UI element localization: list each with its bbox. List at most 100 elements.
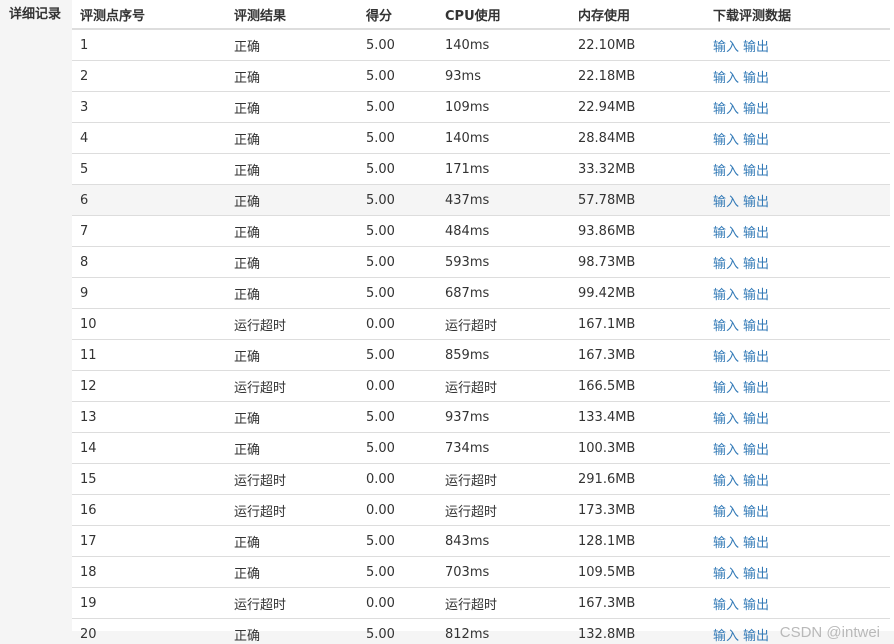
- cell-download: 输入 输出: [705, 91, 890, 123]
- table-row: 7 正确 5.00 484ms 93.86MB 输入 输出: [72, 215, 890, 247]
- cell-memory: 57.78MB: [570, 184, 705, 216]
- cell-memory: 132.8MB: [570, 618, 705, 644]
- download-output-link[interactable]: 输出: [743, 567, 769, 582]
- results-table: 评测点序号 评测结果 得分 CPU使用 内存使用 下载评测数据 1 正确 5.00 1…: [72, 0, 890, 644]
- download-output-link[interactable]: 输出: [743, 226, 769, 241]
- table-row: 8 正确 5.00 593ms 98.73MB 输入 输出: [72, 246, 890, 278]
- cell-memory: 100.3MB: [570, 432, 705, 464]
- table-row: 9 正确 5.00 687ms 99.42MB 输入 输出: [72, 277, 890, 309]
- cell-result: 正确: [226, 277, 358, 309]
- cell-test-no: 1: [72, 28, 226, 61]
- cell-result: 运行超时: [226, 370, 358, 402]
- cell-download: 输入 输出: [705, 432, 890, 464]
- cell-score: 5.00: [358, 432, 437, 464]
- download-input-link[interactable]: 输入: [713, 195, 739, 210]
- table-row: 11 正确 5.00 859ms 167.3MB 输入 输出: [72, 339, 890, 371]
- download-input-link[interactable]: 输入: [713, 536, 739, 551]
- cell-download: 输入 输出: [705, 277, 890, 309]
- download-input-link[interactable]: 输入: [713, 381, 739, 396]
- download-output-link[interactable]: 输出: [743, 257, 769, 272]
- header-score: 得分: [358, 0, 437, 30]
- download-input-link[interactable]: 输入: [713, 505, 739, 520]
- download-input-link[interactable]: 输入: [713, 443, 739, 458]
- download-output-link[interactable]: 输出: [743, 443, 769, 458]
- download-input-link[interactable]: 输入: [713, 257, 739, 272]
- download-output-link[interactable]: 输出: [743, 319, 769, 334]
- cell-test-no: 3: [72, 91, 226, 123]
- cell-result: 正确: [226, 184, 358, 216]
- download-output-link[interactable]: 输出: [743, 598, 769, 613]
- download-output-link[interactable]: 输出: [743, 288, 769, 303]
- cell-cpu: 437ms: [437, 184, 570, 216]
- download-output-link[interactable]: 输出: [743, 412, 769, 427]
- cell-test-no: 6: [72, 184, 226, 216]
- table-row: 16 运行超时 0.00 运行超时 173.3MB 输入 输出: [72, 494, 890, 526]
- cell-cpu: 140ms: [437, 122, 570, 154]
- download-input-link[interactable]: 输入: [713, 226, 739, 241]
- section-label: 详细记录: [9, 7, 62, 22]
- table-row: 18 正确 5.00 703ms 109.5MB 输入 输出: [72, 556, 890, 588]
- cell-score: 0.00: [358, 308, 437, 340]
- cell-result: 运行超时: [226, 494, 358, 526]
- cell-test-no: 9: [72, 277, 226, 309]
- cell-result: 正确: [226, 618, 358, 644]
- cell-cpu: 812ms: [437, 618, 570, 644]
- cell-memory: 98.73MB: [570, 246, 705, 278]
- download-input-link[interactable]: 输入: [713, 598, 739, 613]
- download-output-link[interactable]: 输出: [743, 381, 769, 396]
- download-output-link[interactable]: 输出: [743, 505, 769, 520]
- download-input-link[interactable]: 输入: [713, 319, 739, 334]
- cell-result: 正确: [226, 339, 358, 371]
- download-input-link[interactable]: 输入: [713, 133, 739, 148]
- download-output-link[interactable]: 输出: [743, 629, 769, 644]
- cell-score: 0.00: [358, 587, 437, 619]
- table-row: 1 正确 5.00 140ms 22.10MB 输入 输出: [72, 28, 890, 61]
- table-row: 10 运行超时 0.00 运行超时 167.1MB 输入 输出: [72, 308, 890, 340]
- cell-test-no: 14: [72, 432, 226, 464]
- cell-test-no: 10: [72, 308, 226, 340]
- download-output-link[interactable]: 输出: [743, 71, 769, 86]
- download-output-link[interactable]: 输出: [743, 40, 769, 55]
- cell-test-no: 15: [72, 463, 226, 495]
- cell-score: 5.00: [358, 91, 437, 123]
- download-output-link[interactable]: 输出: [743, 195, 769, 210]
- download-input-link[interactable]: 输入: [713, 71, 739, 86]
- cell-memory: 22.94MB: [570, 91, 705, 123]
- download-input-link[interactable]: 输入: [713, 288, 739, 303]
- download-input-link[interactable]: 输入: [713, 164, 739, 179]
- table-row: 20 正确 5.00 812ms 132.8MB 输入 输出: [72, 618, 890, 644]
- download-output-link[interactable]: 输出: [743, 164, 769, 179]
- cell-score: 0.00: [358, 463, 437, 495]
- download-input-link[interactable]: 输入: [713, 567, 739, 582]
- cell-cpu: 843ms: [437, 525, 570, 557]
- download-input-link[interactable]: 输入: [713, 629, 739, 644]
- download-output-link[interactable]: 输出: [743, 133, 769, 148]
- download-input-link[interactable]: 输入: [713, 350, 739, 365]
- cell-cpu: 93ms: [437, 60, 570, 92]
- download-input-link[interactable]: 输入: [713, 474, 739, 489]
- download-input-link[interactable]: 输入: [713, 102, 739, 117]
- cell-download: 输入 输出: [705, 525, 890, 557]
- header-download: 下载评测数据: [705, 0, 890, 30]
- header-memory: 内存使用: [570, 0, 705, 30]
- download-input-link[interactable]: 输入: [713, 412, 739, 427]
- cell-result: 运行超时: [226, 463, 358, 495]
- cell-memory: 167.3MB: [570, 339, 705, 371]
- cell-memory: 109.5MB: [570, 556, 705, 588]
- cell-download: 输入 输出: [705, 122, 890, 154]
- download-output-link[interactable]: 输出: [743, 102, 769, 117]
- table-row: 19 运行超时 0.00 运行超时 167.3MB 输入 输出: [72, 587, 890, 619]
- cell-score: 5.00: [358, 618, 437, 644]
- cell-result: 正确: [226, 246, 358, 278]
- table-row: 12 运行超时 0.00 运行超时 166.5MB 输入 输出: [72, 370, 890, 402]
- cell-memory: 99.42MB: [570, 277, 705, 309]
- download-output-link[interactable]: 输出: [743, 536, 769, 551]
- cell-cpu: 937ms: [437, 401, 570, 433]
- cell-download: 输入 输出: [705, 308, 890, 340]
- download-input-link[interactable]: 输入: [713, 40, 739, 55]
- download-output-link[interactable]: 输出: [743, 350, 769, 365]
- cell-cpu: 140ms: [437, 28, 570, 61]
- download-output-link[interactable]: 输出: [743, 474, 769, 489]
- cell-result: 运行超时: [226, 587, 358, 619]
- table-row: 3 正确 5.00 109ms 22.94MB 输入 输出: [72, 91, 890, 123]
